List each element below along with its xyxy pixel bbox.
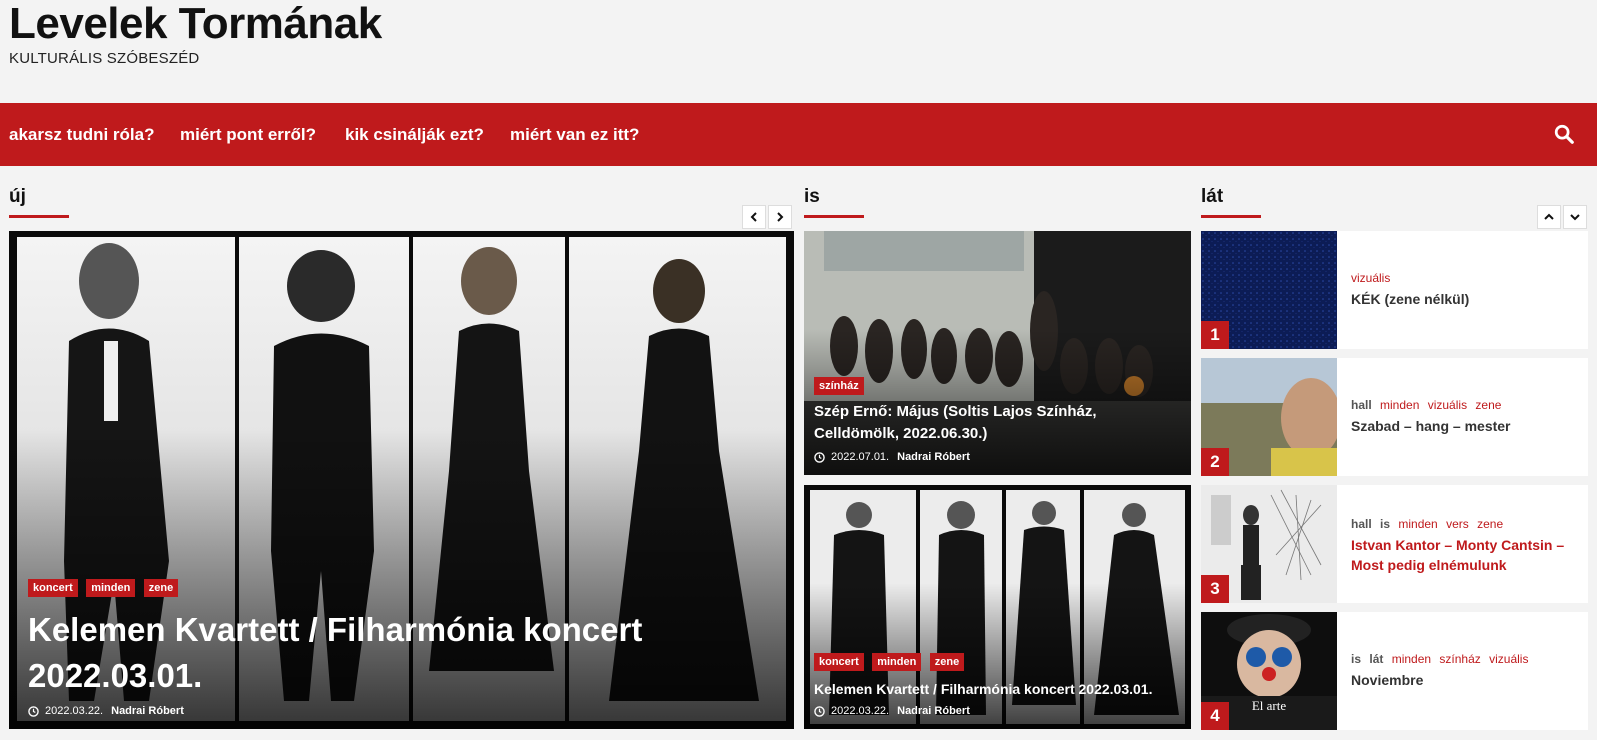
chevron-left-icon [750, 212, 757, 222]
tag-lat[interactable]: lát [1369, 652, 1383, 666]
lat-tags: is lát minden színház vizuális [1351, 652, 1533, 666]
slider-prev-button[interactable] [742, 205, 766, 229]
tag-szinhaz[interactable]: színház [1439, 652, 1480, 666]
tag-minden[interactable]: minden [872, 653, 922, 671]
lat-tags: vizuális [1351, 271, 1395, 285]
thumbnail[interactable]: El arte 4 [1201, 612, 1337, 730]
tag-zene[interactable]: zene [1475, 398, 1501, 412]
lat-title[interactable]: Szabad – hang – mester [1351, 416, 1571, 436]
featured-headline[interactable]: Kelemen Kvartett / Filharmónia koncert 2… [28, 607, 688, 699]
featured-overlay: koncert minden zene Kelemen Kvartett / F… [9, 578, 794, 729]
post-author[interactable]: Nadrai Róbert [897, 705, 970, 717]
tag-vizualis[interactable]: vizuális [1351, 271, 1390, 285]
chevron-down-icon [1570, 214, 1580, 221]
tag-szinhaz[interactable]: színház [814, 377, 864, 395]
lat-title[interactable]: Istvan Kantor – Monty Cantsin – Most ped… [1351, 535, 1571, 575]
rank-badge: 3 [1201, 575, 1229, 603]
clock-icon [814, 451, 825, 463]
tag-vizualis[interactable]: vizuális [1489, 652, 1528, 666]
slider-next-button[interactable] [768, 205, 792, 229]
lat-tags: hall minden vizuális zene [1351, 398, 1506, 412]
tag-zene[interactable]: zene [929, 653, 965, 671]
nav-item-akarsz[interactable]: akarsz tudni róla? [9, 125, 154, 145]
section-title-uj: új [9, 186, 26, 207]
chevron-right-icon [777, 212, 784, 222]
lat-title[interactable]: KÉK (zene nélkül) [1351, 289, 1571, 309]
tag-zene[interactable]: zene [143, 579, 179, 597]
tag-minden[interactable]: minden [86, 579, 136, 597]
thumbnail[interactable]: 2 [1201, 358, 1337, 476]
thumbnail[interactable]: 3 [1201, 485, 1337, 603]
post-date: 2022.03.22. [45, 705, 104, 717]
tag-minden[interactable]: minden [1380, 398, 1419, 412]
post-headline[interactable]: Szép Ernő: Május (Soltis Lajos Színház, … [814, 401, 1181, 445]
site-title[interactable]: Levelek Tormának [9, 0, 382, 48]
post-date: 2022.03.22. [831, 705, 890, 717]
post-overlay: színház Szép Ernő: Május (Soltis Lajos S… [804, 376, 1191, 475]
post-meta: 2022.03.22. Nadrai Róbert [814, 705, 1181, 717]
tag-koncert[interactable]: koncert [28, 579, 78, 597]
nav-item-miert-pont[interactable]: miért pont erről? [180, 125, 316, 145]
thumbnail[interactable]: 1 [1201, 231, 1337, 349]
nav-item-kik[interactable]: kik csinálják ezt? [345, 125, 484, 145]
post-overlay: koncert minden zene Kelemen Kvartett / F… [804, 652, 1191, 729]
section-underline [9, 215, 69, 218]
tag-minden[interactable]: minden [1392, 652, 1431, 666]
post-tags: színház [814, 376, 1181, 395]
site-tagline: KULTURÁLIS SZÓBESZÉD [9, 50, 200, 67]
nav-item-miert-van[interactable]: miért van ez itt? [510, 125, 639, 145]
tag-hall[interactable]: hall [1351, 517, 1372, 531]
tag-is[interactable]: is [1351, 652, 1361, 666]
tag-vers[interactable]: vers [1446, 517, 1469, 531]
lat-item[interactable]: 1 vizuális KÉK (zene nélkül) [1201, 231, 1588, 349]
is-post-1[interactable]: színház Szép Ernő: Május (Soltis Lajos S… [804, 231, 1191, 475]
post-tags: koncert minden zene [814, 652, 1181, 671]
lat-tags: hall is minden vers zene [1351, 517, 1508, 531]
tag-koncert[interactable]: koncert [814, 653, 864, 671]
section-underline [804, 215, 864, 218]
lat-item[interactable]: 2 hall minden vizuális zene Szabad – han… [1201, 358, 1588, 476]
rank-badge: 4 [1201, 702, 1229, 730]
section-underline [1201, 215, 1261, 218]
list-down-button[interactable] [1563, 205, 1587, 229]
clock-icon [814, 705, 825, 717]
tag-minden[interactable]: minden [1398, 517, 1437, 531]
lat-title[interactable]: Noviembre [1351, 670, 1571, 690]
lat-item[interactable]: El arte 4 is lát minden színház vizuális… [1201, 612, 1588, 730]
featured-tags: koncert minden zene [28, 578, 776, 597]
post-author[interactable]: Nadrai Róbert [111, 705, 184, 717]
tag-zene[interactable]: zene [1477, 517, 1503, 531]
post-author[interactable]: Nadrai Róbert [897, 451, 970, 463]
section-title-lat: lát [1201, 186, 1224, 207]
post-date: 2022.07.01. [831, 451, 890, 463]
featured-meta: 2022.03.22. Nadrai Róbert [28, 705, 776, 717]
is-post-2[interactable]: koncert minden zene Kelemen Kvartett / F… [804, 485, 1191, 729]
tag-hall[interactable]: hall [1351, 398, 1372, 412]
clock-icon [28, 705, 39, 717]
rank-badge: 1 [1201, 321, 1229, 349]
main-navbar: akarsz tudni róla? miért pont erről? kik… [0, 103, 1597, 166]
list-up-button[interactable] [1537, 205, 1561, 229]
post-meta: 2022.07.01. Nadrai Róbert [814, 451, 1181, 463]
chevron-up-icon [1544, 213, 1554, 220]
search-icon[interactable] [1553, 123, 1575, 145]
featured-post[interactable]: koncert minden zene Kelemen Kvartett / F… [9, 231, 794, 729]
tag-vizualis[interactable]: vizuális [1428, 398, 1467, 412]
section-title-is: is [804, 186, 820, 207]
post-headline[interactable]: Kelemen Kvartett / Filharmónia koncert 2… [814, 679, 1181, 699]
tag-is[interactable]: is [1380, 517, 1390, 531]
lat-item[interactable]: 3 hall is minden vers zene Istvan Kantor… [1201, 485, 1588, 603]
rank-badge: 2 [1201, 448, 1229, 476]
